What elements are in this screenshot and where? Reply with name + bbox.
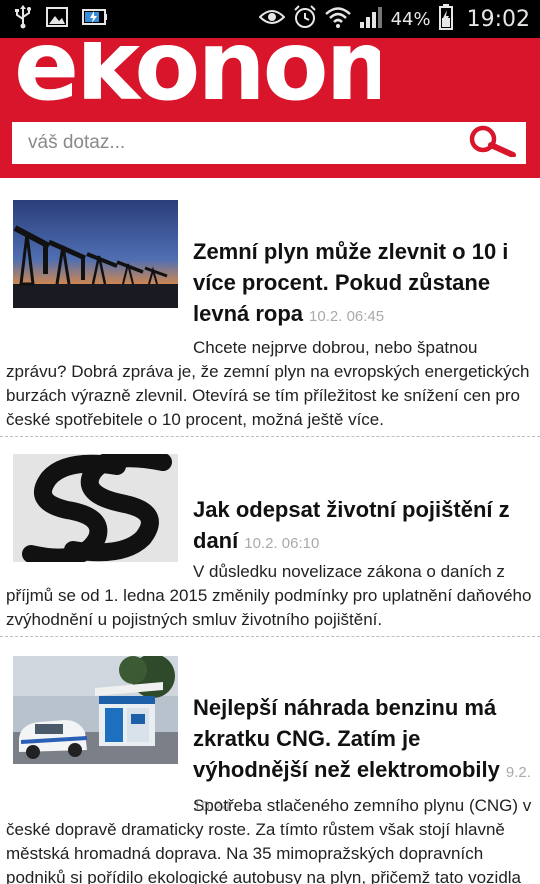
battery-icon — [438, 3, 453, 35]
divider — [0, 636, 540, 637]
article-description: Spotřeba stlačeného zemního plynu (CNG) … — [6, 796, 532, 884]
notification-icons — [14, 0, 108, 38]
alarm-icon — [293, 4, 317, 34]
article-time: 10.2. 06:45 — [309, 308, 385, 325]
article-title[interactable]: Zemní plyn může zlevnit o 10 i více proc… — [193, 236, 535, 332]
logo[interactable]: ekonom — [14, 42, 380, 112]
oil-pumps-image — [13, 200, 178, 308]
usb-icon — [14, 4, 32, 34]
article-item[interactable]: Jak odepsat životní pojištění z daní 10.2… — [0, 446, 540, 636]
battery-percent: 44% — [390, 8, 431, 30]
article-title[interactable]: Jak odepsat životní pojištění z daní 10.2… — [193, 494, 535, 559]
wifi-icon — [324, 6, 351, 33]
search-input[interactable] — [12, 122, 452, 164]
article-description: V důsledku novelizace zákona o daních z … — [6, 562, 532, 629]
article-item[interactable]: Zemní plyn může zlevnit o 10 i více proc… — [0, 190, 540, 440]
battery-charging-icon — [82, 7, 108, 32]
eye-icon — [258, 8, 285, 31]
paragraph-sign-image — [13, 454, 178, 562]
article-thumbnail — [13, 454, 178, 562]
article-thumbnail — [13, 200, 178, 308]
search-button[interactable] — [466, 124, 522, 162]
article-time: 10.2. 06:10 — [244, 535, 320, 552]
article-description: Chcete nejprve dobrou, nebo špatnou zprá… — [6, 338, 530, 429]
app-header: ekonom — [0, 38, 540, 178]
search-icon — [469, 125, 519, 162]
article-thumbnail — [13, 656, 178, 764]
article-item[interactable]: Nejlepší náhrada benzinu má zkratku CNG.… — [0, 646, 540, 884]
image-icon — [46, 6, 68, 32]
app-screen: ekonom váš dotaz... Zemní plyn může zlev… — [0, 38, 540, 884]
cng-station-image — [13, 656, 178, 764]
divider — [0, 436, 540, 437]
search-bar — [12, 122, 526, 164]
status-bar: 44% 19:02 — [0, 0, 540, 38]
signal-icon — [359, 6, 383, 33]
system-icons: 44% 19:02 — [258, 0, 530, 38]
clock: 19:02 — [466, 6, 530, 32]
